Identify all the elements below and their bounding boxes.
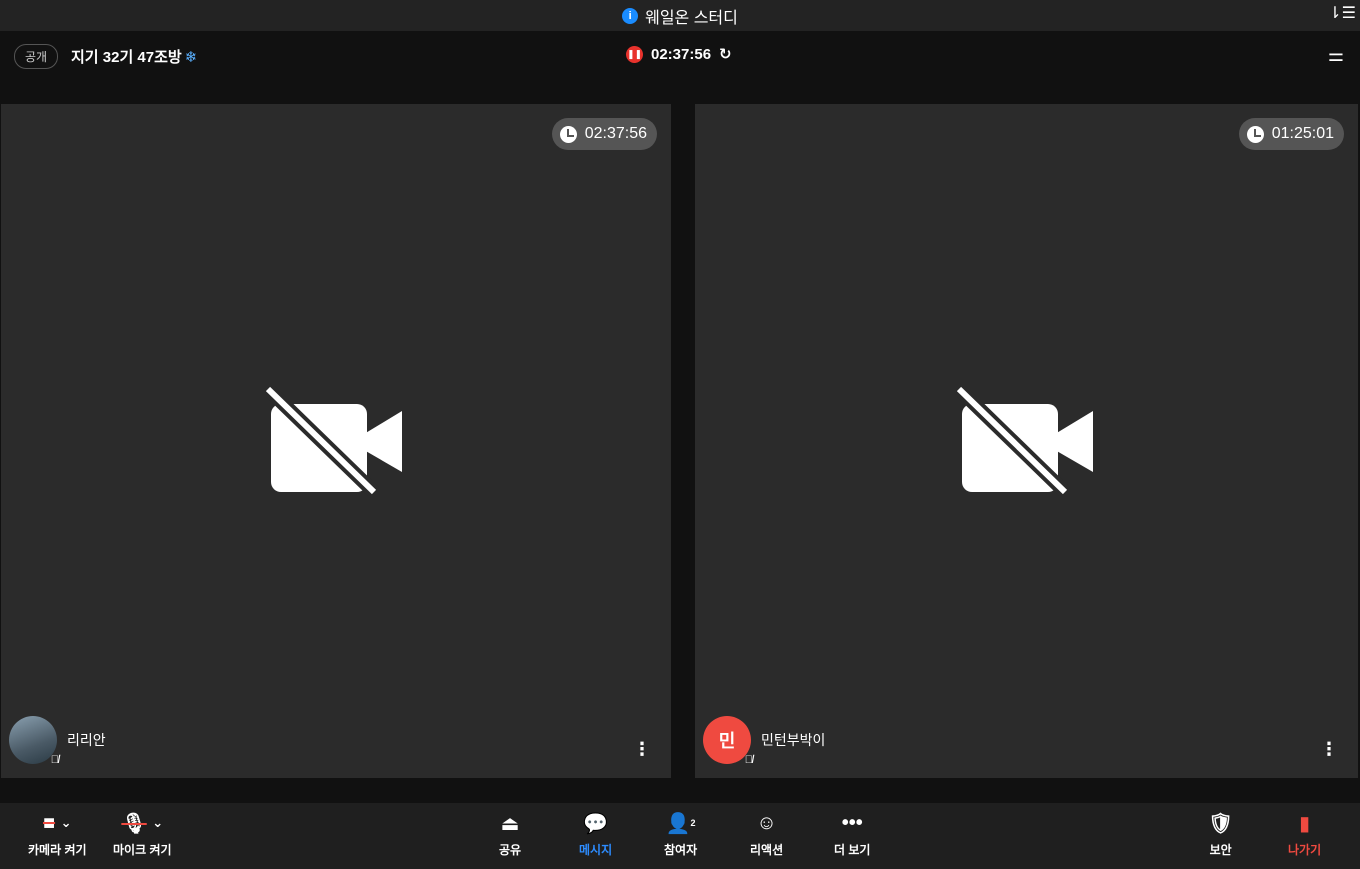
message-button[interactable]: 💬 메시지 <box>579 811 612 858</box>
study-timer: 01:25:01 <box>1238 118 1344 150</box>
leave-label: 나가기 <box>1288 843 1322 857</box>
settings-sliders-icon[interactable]: ⚌ <box>1328 45 1344 66</box>
refresh-icon[interactable]: ↻ <box>719 45 732 63</box>
avatar-initial: 민 <box>718 731 736 751</box>
participants-label: 참여자 <box>664 843 698 857</box>
more-options-icon[interactable]: ⋮ <box>1320 739 1338 760</box>
timer-value: 02:37:56 <box>584 125 647 142</box>
camera-button[interactable]: ■ ⌄ 카메라 켜기 <box>28 811 87 858</box>
window-title: 웨일온 스터디 <box>645 9 738 27</box>
person-icon: 👤 <box>665 812 691 835</box>
room-timer-value: 02:37:56 <box>651 45 712 63</box>
participant-label: 🎙̸ 리리안 <box>9 716 106 766</box>
shield-icon: 🛡 <box>1208 812 1234 835</box>
participants-count: 2 <box>690 818 696 828</box>
smiley-icon: ☺ <box>756 811 777 834</box>
sort-icon[interactable]: ⇂☰ <box>1328 3 1356 23</box>
security-label: 보안 <box>1209 843 1232 857</box>
clock-icon <box>559 125 577 143</box>
security-button[interactable]: 🛡 보안 <box>1208 811 1233 858</box>
camera-off-icon: ■ <box>42 811 56 834</box>
participant-label: 민 🎙̸ 민턴부박이 <box>703 716 826 766</box>
clock-icon <box>1246 125 1264 143</box>
video-tile[interactable]: 01:25:01 민 🎙̸ 민턴부박이 ⋮ <box>695 104 1358 778</box>
info-icon[interactable]: i <box>622 7 639 24</box>
room-timer: ❚❚ 02:37:56 ↻ <box>626 45 732 63</box>
mic-muted-icon: 🎙̸ <box>744 754 753 766</box>
more-button[interactable]: ••• 더 보기 <box>834 811 870 858</box>
reaction-label: 리액션 <box>750 843 784 857</box>
camera-label: 카메라 켜기 <box>28 843 87 857</box>
participant-name: 민턴부박이 <box>761 732 826 748</box>
share-label: 공유 <box>499 843 522 857</box>
room-title: 지기 32기 47조방 ❄ <box>71 46 197 67</box>
more-label: 더 보기 <box>834 843 871 857</box>
video-tile[interactable]: 02:37:56 🎙̸ 리리안 ⋮ <box>1 104 671 778</box>
room-title-text: 지기 32기 47조방 <box>71 49 182 66</box>
avatar: 민 🎙̸ <box>703 716 753 766</box>
mic-muted-icon: 🎙̸ <box>50 754 59 766</box>
chevron-down-icon[interactable]: ⌄ <box>61 815 72 831</box>
visibility-badge[interactable]: 공개 <box>14 44 59 69</box>
leave-button[interactable]: ▮ 나가기 <box>1288 811 1321 858</box>
room-header: 공개 지기 32기 47조방 ❄ ❚❚ 02:37:56 ↻ ⚌ <box>0 31 1360 103</box>
mic-off-icon: 🎙 <box>121 812 147 835</box>
timer-value: 01:25:01 <box>1271 125 1334 142</box>
window-titlebar: i 웨일온 스터디 ⇂☰ <box>0 0 1360 31</box>
mic-label: 마이크 켜기 <box>113 843 172 857</box>
snowflake-icon: ❄ <box>184 49 198 66</box>
more-dots-icon: ••• <box>841 811 863 834</box>
chevron-down-icon[interactable]: ⌄ <box>152 815 163 831</box>
chat-bubble-icon: 💬 <box>583 812 609 835</box>
participant-name: 리리안 <box>67 732 106 748</box>
share-screen-icon: ⏏ <box>500 812 520 835</box>
avatar: 🎙̸ <box>9 716 59 766</box>
share-button[interactable]: ⏏ 공유 <box>499 811 521 858</box>
reaction-button[interactable]: ☺ 리액션 <box>750 811 783 858</box>
mic-button[interactable]: 🎙 ⌄ 마이크 켜기 <box>113 811 172 858</box>
more-options-icon[interactable]: ⋮ <box>633 739 651 760</box>
meeting-toolbar: ■ ⌄ 카메라 켜기 🎙 ⌄ 마이크 켜기 ⏏ 공유 💬 메시지 👤 2 참여자 ☺ 리액션 … <box>0 803 1360 869</box>
exit-door-icon: ▮ <box>1299 812 1311 835</box>
pause-icon[interactable]: ❚❚ <box>626 45 643 63</box>
study-timer: 02:37:56 <box>551 118 657 150</box>
message-label: 메시지 <box>579 843 613 857</box>
camera-off-icon <box>956 386 1093 496</box>
camera-off-icon <box>266 386 402 496</box>
participants-button[interactable]: 👤 2 참여자 <box>664 811 697 858</box>
